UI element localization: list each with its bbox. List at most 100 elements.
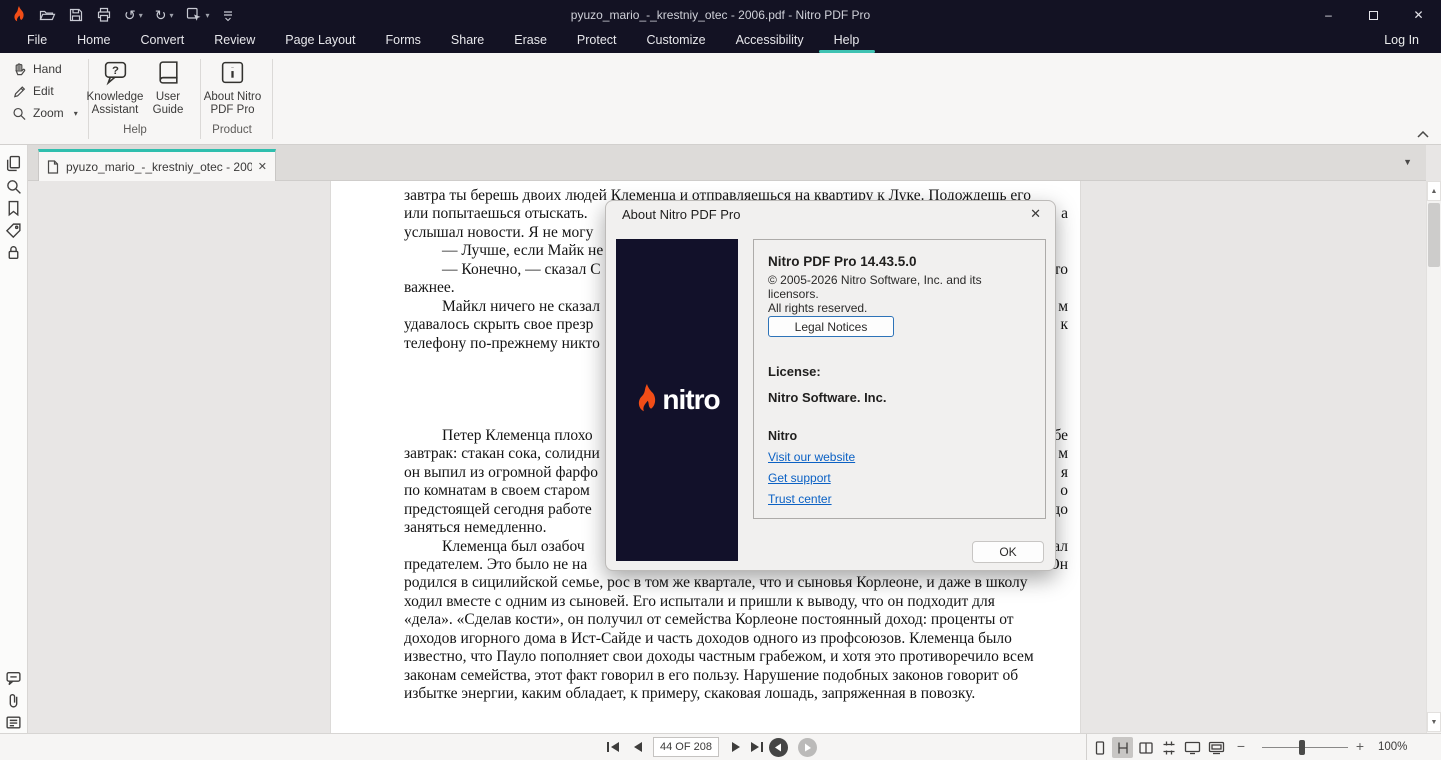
continuous-facing-view-icon[interactable]: [1158, 737, 1179, 758]
ribbon-group-help-caption: Help: [123, 124, 147, 136]
user-guide-book-icon: [158, 61, 178, 84]
ok-button[interactable]: OK: [972, 541, 1044, 563]
first-page-button[interactable]: [604, 738, 622, 756]
menu-tab-convert[interactable]: Convert: [126, 30, 200, 53]
login-button[interactable]: Log In: [1384, 30, 1419, 53]
menu-tab-customize[interactable]: Customize: [632, 30, 721, 53]
dialog-close-icon[interactable]: ✕: [1030, 206, 1041, 222]
next-view-button[interactable]: [798, 738, 817, 757]
menu-tab-erase[interactable]: Erase: [499, 30, 562, 53]
maximize-button[interactable]: [1351, 0, 1396, 30]
dialog-link-get-support[interactable]: Get support: [768, 471, 855, 485]
menu-tab-forms[interactable]: Forms: [370, 30, 435, 53]
minimize-button[interactable]: –: [1306, 0, 1351, 30]
zoom-caret-icon[interactable]: ▾: [74, 109, 78, 118]
page-text-fragment: м: [1058, 445, 1068, 463]
comments-panel-icon[interactable]: [5, 670, 23, 688]
undo-button[interactable]: ↺ ▾: [119, 3, 148, 27]
page-text-line: «дела». «Сделав кости», он получил от се…: [404, 611, 1014, 629]
company-name: Nitro: [768, 429, 798, 443]
edit-tool-label: Edit: [33, 84, 54, 98]
menu-tab-home[interactable]: Home: [62, 30, 125, 53]
menu-tab-help[interactable]: Help: [819, 30, 875, 53]
zoom-level: 100%: [1378, 741, 1408, 753]
knowledge-assistant-button[interactable]: ? Knowledge Assistant: [82, 59, 148, 117]
fullscreen-view-icon[interactable]: [1206, 737, 1227, 758]
edit-tool-button[interactable]: Edit: [12, 82, 54, 100]
zoom-out-button[interactable]: −: [1234, 738, 1248, 754]
fit-screen-icon[interactable]: [1182, 737, 1203, 758]
attachments-panel-icon[interactable]: [5, 692, 23, 710]
close-window-button[interactable]: ✕: [1396, 0, 1441, 30]
menu-tab-share[interactable]: Share: [436, 30, 499, 53]
copyright-line: © 2005-2026 Nitro Software, Inc. and its…: [768, 273, 982, 301]
dialog-link-visit-our-website[interactable]: Visit our website: [768, 450, 855, 464]
ribbon: Hand Edit Zoom ▾ ? Knowledge Assistant U…: [0, 53, 1441, 145]
page-text-line: — Конечно, — сказал С: [442, 260, 601, 278]
user-guide-button[interactable]: User Guide: [147, 59, 189, 117]
select-tool-icon[interactable]: ▾: [181, 3, 215, 27]
continuous-view-icon[interactable]: [1112, 737, 1133, 758]
menu-tab-review[interactable]: Review: [199, 30, 270, 53]
about-info-icon: [221, 61, 244, 84]
tags-panel-icon[interactable]: [5, 222, 23, 240]
pages-panel-icon[interactable]: [5, 155, 23, 173]
zoom-in-button[interactable]: +: [1353, 738, 1367, 754]
previous-view-button[interactable]: [769, 738, 788, 757]
scroll-up-icon[interactable]: ▲: [1427, 181, 1441, 201]
hand-icon: [15, 62, 26, 75]
document-tab[interactable]: pyuzo_mario_-_krestniy_otec - 200... ✕: [38, 149, 276, 181]
open-file-icon[interactable]: [34, 3, 61, 27]
menu-tab-page-layout[interactable]: Page Layout: [270, 30, 370, 53]
search-panel-icon[interactable]: [5, 178, 23, 196]
license-value: Nitro Software. Inc.: [768, 390, 887, 405]
menu-tab-protect[interactable]: Protect: [562, 30, 632, 53]
print-icon[interactable]: [91, 3, 117, 27]
nitro-logo: nitro: [634, 384, 721, 416]
nitro-logo-text: nitro: [662, 384, 720, 415]
single-page-view-icon[interactable]: [1089, 737, 1110, 758]
page-indicator[interactable]: 44 OF 208: [653, 737, 719, 757]
redo-button[interactable]: ↻ ▾: [150, 3, 179, 27]
save-icon[interactable]: [63, 3, 89, 27]
ribbon-group-product-caption: Product: [212, 124, 252, 136]
menu-tabs: File Home Convert Review Page Layout Forms Sha…: [0, 30, 1441, 53]
page-text-line: ходил вместе с одним из сыновей. Его исп…: [404, 592, 995, 610]
redo-caret-icon[interactable]: ▾: [169, 11, 173, 20]
page-text-fragment: м: [1058, 297, 1068, 315]
tab-close-icon[interactable]: ✕: [258, 160, 267, 173]
tab-list-caret-icon[interactable]: ▼: [1403, 157, 1412, 167]
knowledge-assistant-icon: ?: [104, 61, 126, 86]
page-text-line: предателем. Это было не на: [404, 556, 588, 573]
scroll-down-icon[interactable]: ▼: [1427, 712, 1441, 732]
hand-tool-button[interactable]: Hand: [12, 60, 62, 78]
security-panel-icon[interactable]: [5, 244, 23, 262]
legal-notices-button[interactable]: Legal Notices: [768, 316, 894, 337]
facing-pages-view-icon[interactable]: [1135, 737, 1156, 758]
select-tool-caret-icon[interactable]: ▾: [206, 11, 210, 20]
output-panel-icon[interactable]: [5, 714, 23, 732]
scrollbar-thumb[interactable]: [1428, 203, 1440, 267]
vertical-scrollbar[interactable]: ▲ ▼: [1426, 181, 1441, 733]
next-page-button[interactable]: [727, 738, 745, 756]
page-text-line: важнее.: [404, 279, 455, 297]
dialog-info-panel: Nitro PDF Pro 14.43.5.0 © 2005-2026 Nitr…: [753, 239, 1046, 519]
dialog-link-trust-center[interactable]: Trust center: [768, 492, 855, 506]
customize-quick-access-icon[interactable]: [217, 3, 239, 27]
previous-page-button[interactable]: [628, 738, 646, 756]
title-bar: ↺ ▾ ↻ ▾ ▾ pyuzo_mario_-_krestniy_otec - 20…: [0, 0, 1441, 30]
bookmarks-panel-icon[interactable]: [5, 200, 23, 218]
page-text-line: Петер Клеменца плохо: [442, 426, 593, 444]
last-page-button[interactable]: [748, 738, 766, 756]
zoom-slider-handle[interactable]: [1299, 740, 1305, 755]
zoom-slider-track[interactable]: [1262, 747, 1348, 748]
page-text-line: предстоящей сегодня работе: [404, 500, 592, 518]
undo-caret-icon[interactable]: ▾: [139, 11, 143, 20]
menu-tab-file[interactable]: File: [12, 30, 62, 53]
collapse-ribbon-button[interactable]: [1417, 125, 1429, 143]
menu-tab-accessibility[interactable]: Accessibility: [721, 30, 819, 53]
page-text-line: Майкл ничего не сказал: [442, 297, 600, 315]
about-nitro-button[interactable]: About Nitro PDF Pro: [195, 59, 270, 117]
zoom-tool-button[interactable]: Zoom ▾: [12, 104, 78, 122]
hand-tool-label: Hand: [33, 62, 62, 76]
